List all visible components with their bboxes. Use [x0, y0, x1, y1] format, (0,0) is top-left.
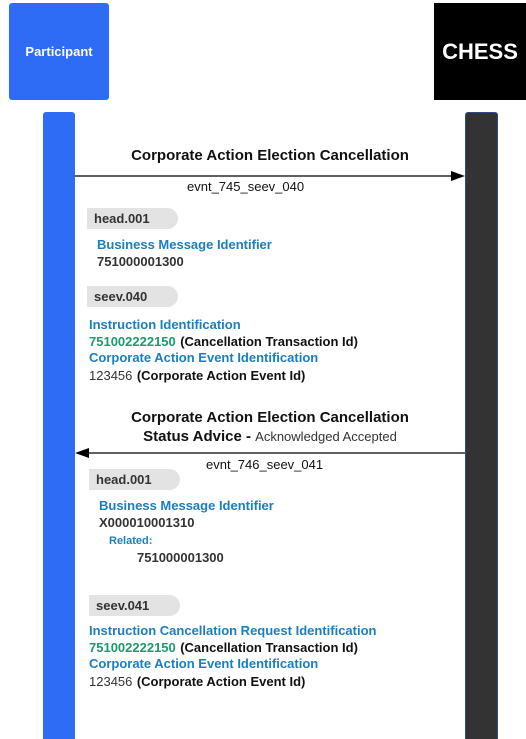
arrow-request-head: [451, 171, 465, 181]
participant-label: Participant: [25, 44, 93, 59]
message1-event-id: evnt_745_seev_040: [187, 179, 305, 194]
chess-label: CHESS: [442, 38, 518, 64]
message1-cancellation-note: (Cancellation Transaction Id): [180, 334, 358, 349]
message2-event-number: 123456: [89, 674, 133, 689]
participant-actor: Participant: [9, 3, 109, 100]
message1-event-note: (Corporate Action Event Id): [136, 368, 306, 383]
message1-title: Corporate Action Election Cancellation: [131, 147, 409, 164]
message2-body-value2: 123456 (Corporate Action Event Id): [89, 673, 305, 691]
message2-related-value: 751000001300: [137, 550, 224, 565]
message1-body-field2: Corporate Action Event Identification: [89, 350, 319, 365]
arrow-response-head: [75, 448, 89, 458]
message2-related-label: Related:: [109, 535, 153, 547]
message2-head-field: Business Message Identifier: [99, 498, 274, 513]
message2-body-field2: Corporate Action Event Identification: [89, 656, 319, 671]
participant-lifeline: [43, 112, 75, 739]
message1-head-tag: head.001: [87, 208, 178, 229]
message2-status: Acknowledged Accepted: [255, 429, 397, 444]
message1-cancellation-id: 751002222150: [89, 334, 176, 349]
message1-body-tag: seev.040: [87, 286, 178, 307]
message2-cancellation-id: 751002222150: [89, 640, 176, 655]
message2-head-value: X000010001310: [99, 515, 195, 530]
message2-title-line1: Corporate Action Election Cancellation: [131, 409, 409, 426]
chess-actor: CHESS: [434, 3, 526, 100]
message2-event-id: evnt_746_seev_041: [206, 457, 324, 472]
message1-body-value2: 123456 (Corporate Action Event Id): [89, 367, 305, 385]
message2-event-note: (Corporate Action Event Id): [136, 674, 306, 689]
message2-body-tag: seev.041: [89, 595, 180, 616]
message2-head-tag: head.001: [89, 469, 180, 490]
message2-title-prefix: Status Advice -: [143, 428, 251, 445]
message1-head-value: 751000001300: [97, 254, 184, 269]
message2-body-value1: 751002222150 (Cancellation Transaction I…: [89, 639, 358, 657]
message2-title-line2: Status Advice - Acknowledged Accepted: [75, 428, 465, 445]
message2-cancellation-note: (Cancellation Transaction Id): [180, 640, 358, 655]
chess-lifeline: [465, 112, 498, 739]
message1-head-field: Business Message Identifier: [97, 237, 272, 252]
message1-body-field1: Instruction Identification: [89, 317, 241, 332]
message1-event-number: 123456: [89, 368, 133, 383]
message2-body-field1: Instruction Cancellation Request Identif…: [89, 623, 377, 638]
message1-body-value1: 751002222150 (Cancellation Transaction I…: [89, 333, 358, 351]
